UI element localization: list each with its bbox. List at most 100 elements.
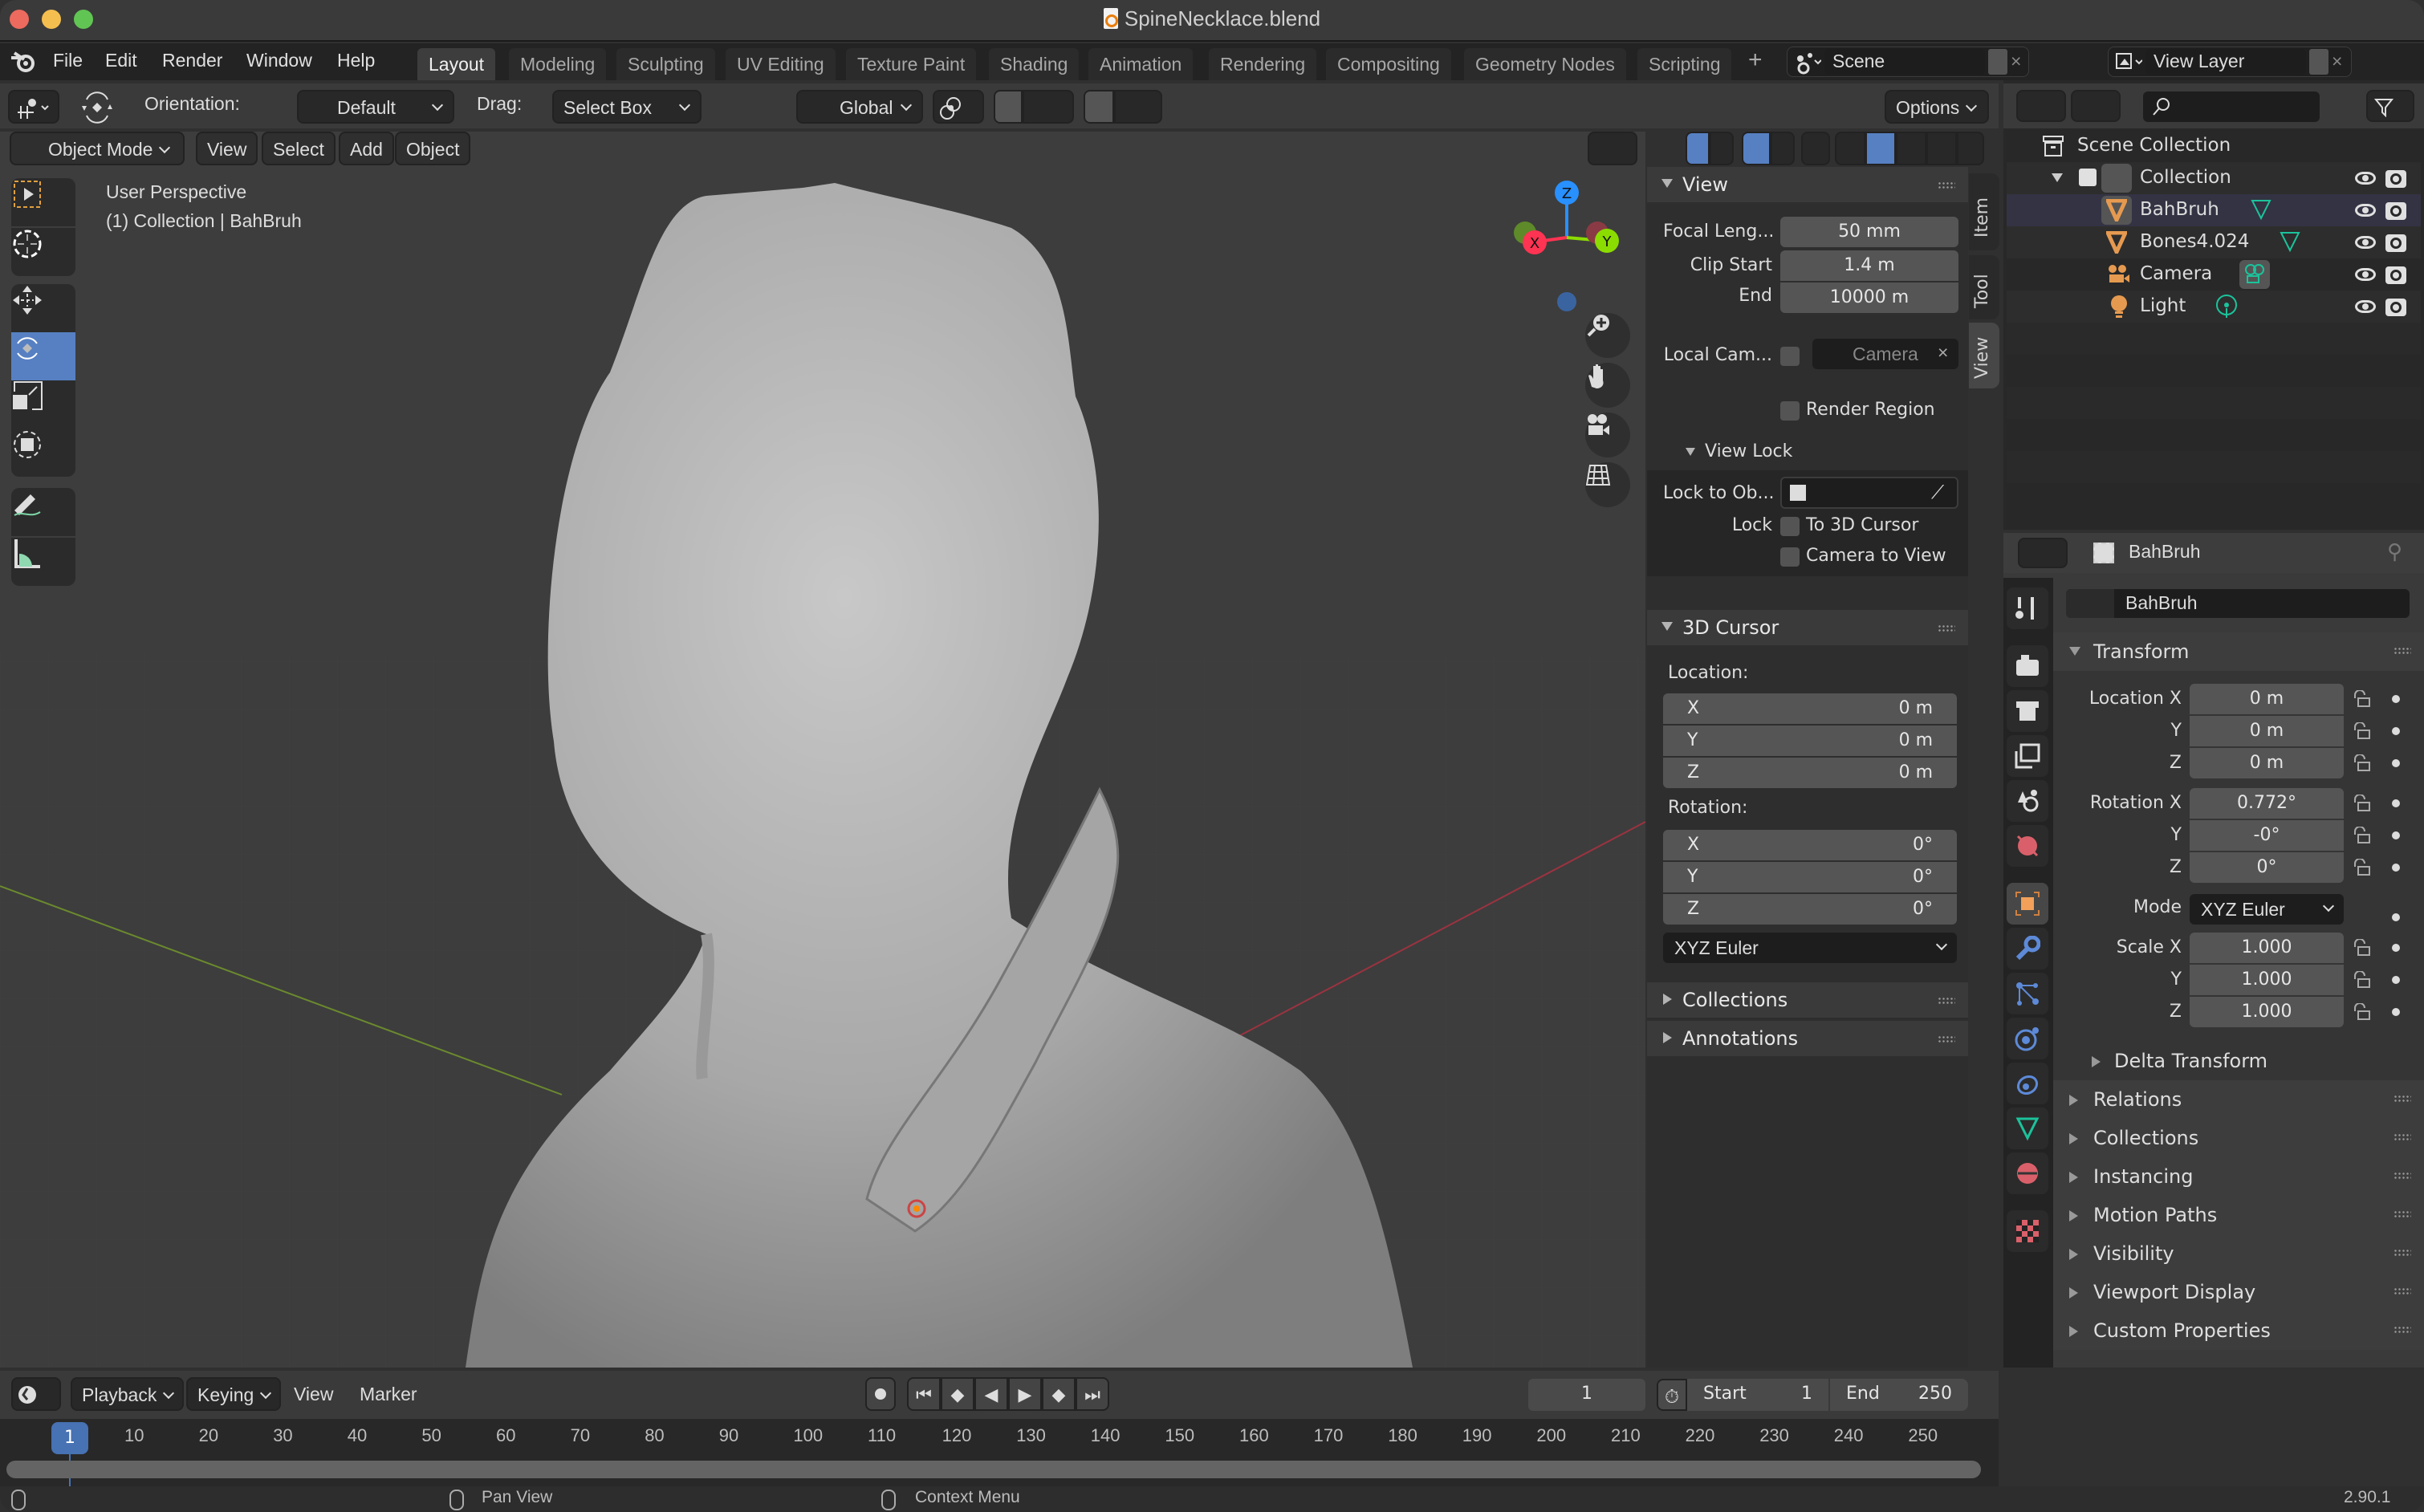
outliner-row-light[interactable]: Light [2007, 291, 2421, 323]
tab-texture-paint[interactable]: Texture Paint [846, 48, 977, 80]
camera-data-icon[interactable] [2239, 260, 2270, 289]
custom-properties-panel-header[interactable]: Custom Properties [2053, 1311, 2424, 1350]
drag-handle[interactable] [2393, 1095, 2411, 1103]
tab-rendering[interactable]: Rendering [1209, 48, 1317, 80]
outliner-editor-type[interactable] [2016, 90, 2066, 122]
sidebar-tab-item[interactable]: Item [1969, 173, 1999, 250]
keyframe-dot[interactable] [2392, 759, 2400, 767]
render-camera-icon[interactable] [2385, 266, 2406, 284]
lock-icon[interactable] [2352, 970, 2370, 989]
xray-toggle[interactable] [1801, 132, 1830, 165]
drag-handle[interactable] [1938, 181, 1955, 189]
drag-handle[interactable] [2393, 1133, 2411, 1141]
keying-menu[interactable]: Keying [186, 1377, 282, 1411]
tab-particles[interactable] [2007, 973, 2048, 1014]
playback-menu[interactable]: Playback [71, 1377, 185, 1411]
3d-cursor-panel-header[interactable]: 3D Cursor [1647, 610, 1968, 645]
render-camera-icon[interactable] [2385, 234, 2406, 252]
options-dropdown[interactable]: Options [1885, 90, 1989, 124]
pin-icon[interactable]: ⚲ [2387, 539, 2402, 564]
render-camera-icon[interactable] [2385, 202, 2406, 220]
filter-dropdown[interactable] [2366, 90, 2414, 122]
timeline-menu-view[interactable]: View [294, 1384, 333, 1405]
tool-move[interactable] [11, 284, 75, 332]
keyframe-dot[interactable] [2392, 944, 2400, 952]
viewport-menu-object[interactable]: Object [395, 132, 471, 165]
proportional-edit-toggle[interactable] [1084, 90, 1114, 124]
transform-panel-header[interactable]: Transform [2053, 632, 2424, 671]
lock-to-3d-cursor-checkbox[interactable] [1780, 517, 1800, 536]
outliner-row-bones[interactable]: Bones4.024 [2007, 226, 2421, 258]
keyframe-dot[interactable] [2392, 976, 2400, 984]
lock-icon[interactable] [2352, 1002, 2370, 1021]
drag-handle[interactable] [1938, 624, 1955, 632]
tab-tool-settings[interactable] [2007, 587, 2048, 629]
visibility-panel-header[interactable]: Visibility [2053, 1234, 2424, 1273]
expand-icon[interactable] [2052, 173, 2063, 182]
next-keyframe-button[interactable]: ◆ [1042, 1377, 1076, 1411]
keyframe-dot[interactable] [2392, 799, 2400, 807]
local-camera-field[interactable]: Camera × [1812, 339, 1958, 369]
exclude-checkbox[interactable] [2079, 169, 2097, 186]
sidebar-tab-tool[interactable]: Tool [1969, 255, 1999, 319]
drag-handle[interactable] [2393, 1287, 2411, 1295]
outliner-row-camera[interactable]: Camera [2007, 258, 2421, 291]
menu-window[interactable]: Window [246, 50, 312, 71]
drag-handle[interactable] [1938, 1035, 1955, 1043]
viewport-menu-view[interactable]: View [196, 132, 258, 165]
lock-icon[interactable] [2352, 858, 2370, 876]
eye-icon[interactable] [2355, 172, 2376, 185]
snap-target-dropdown[interactable] [1023, 90, 1074, 124]
tool-scale[interactable] [11, 380, 75, 429]
keyframe-dot[interactable] [2392, 695, 2400, 703]
tab-world[interactable] [2007, 825, 2048, 867]
lock-icon[interactable] [2352, 721, 2370, 740]
outliner-row-bahbruh[interactable]: BahBruh [2007, 194, 2421, 226]
transform-orientation-dropdown[interactable]: Global [796, 90, 923, 124]
keyframe-dot[interactable] [2392, 864, 2400, 872]
tab-modifiers[interactable] [2007, 928, 2048, 969]
tab-view-layer[interactable] [2007, 735, 2048, 777]
tab-constraints[interactable] [2007, 1063, 2048, 1104]
timeline-menu-marker[interactable]: Marker [360, 1384, 417, 1405]
drag-handle[interactable] [2393, 1172, 2411, 1180]
focal-length-field[interactable]: 50 mm [1780, 217, 1958, 247]
snap-toggle[interactable] [994, 90, 1023, 124]
tab-geometry-nodes[interactable]: Geometry Nodes [1464, 48, 1626, 80]
scale-y-field[interactable]: 1.000 [2190, 965, 2344, 995]
properties-editor-type[interactable] [2018, 538, 2068, 568]
3d-viewport[interactable]: User Perspective (1) Collection | BahBru… [0, 132, 1645, 1368]
menu-file[interactable]: File [53, 50, 83, 71]
mesh-data-icon[interactable] [2278, 230, 2302, 254]
jump-start-button[interactable]: ⏮ [907, 1377, 941, 1411]
lock-icon[interactable] [2352, 689, 2370, 708]
prev-keyframe-button[interactable]: ◆ [941, 1377, 974, 1411]
cursor-location-x[interactable]: X 0 m [1663, 693, 1957, 724]
keyframe-dot[interactable] [2392, 831, 2400, 839]
local-camera-checkbox[interactable] [1780, 347, 1800, 366]
tab-compositing[interactable]: Compositing [1326, 48, 1451, 80]
object-mode-dropdown[interactable]: Object Mode [10, 132, 185, 165]
add-workspace-button[interactable]: + [1748, 47, 1763, 74]
display-mode-dropdown[interactable] [2071, 90, 2121, 122]
drag-handle[interactable] [2393, 1210, 2411, 1218]
delete-scene-icon[interactable]: × [2011, 51, 2021, 72]
playhead-frame-indicator[interactable]: 1 [51, 1422, 88, 1454]
drag-dropdown[interactable]: Select Box [552, 90, 702, 124]
scale-x-field[interactable]: 1.000 [2190, 933, 2344, 963]
scene-name[interactable]: Scene [1832, 51, 1885, 72]
instancing-panel-header[interactable]: Instancing [2053, 1157, 2424, 1196]
shading-dropdown[interactable] [1957, 132, 1984, 165]
new-view-layer-icon[interactable] [2309, 49, 2328, 75]
lock-icon[interactable] [2352, 794, 2370, 812]
rotation-z-field[interactable]: 0° [2190, 852, 2344, 883]
shading-solid-button[interactable] [1865, 132, 1896, 165]
location-y-field[interactable]: 0 m [2190, 716, 2344, 746]
collections-panel-header[interactable]: Collections [1647, 982, 1968, 1018]
preview-range-toggle[interactable]: ⏱ [1657, 1379, 1687, 1411]
gizmo-dropdown[interactable] [1710, 132, 1734, 165]
cursor-rotation-z[interactable]: Z 0° [1663, 894, 1957, 925]
current-frame-field[interactable]: 1 [1528, 1379, 1645, 1411]
tool-cursor[interactable] [11, 228, 75, 276]
menu-edit[interactable]: Edit [105, 50, 137, 71]
